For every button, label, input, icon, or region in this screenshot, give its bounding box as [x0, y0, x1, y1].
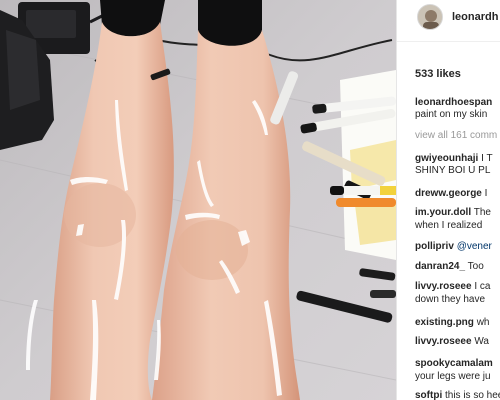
comment-username[interactable]: pollipriv [415, 241, 454, 252]
avatar-image [418, 5, 442, 29]
comment-mention[interactable]: @vener [457, 241, 492, 252]
comment-username[interactable]: softpi [415, 390, 442, 400]
comment-line: softpi this is so hee [415, 390, 500, 400]
comment-line: dreww.george I [415, 188, 487, 200]
comment-text-line: your legs were ju [415, 371, 491, 382]
comment-line: spookycamalam [415, 358, 493, 370]
comment-author-line: leonardhoespan [415, 97, 492, 109]
comment-username[interactable]: danran24_ [415, 261, 465, 272]
likes-count[interactable]: 533 likes [415, 68, 461, 80]
comment-line: livvy.roseee Wa [415, 336, 489, 348]
comment-text: I [484, 188, 488, 199]
post-sidebar: leonardh 533 likes leonardhoespan paint … [396, 0, 500, 400]
view-all-comments-link[interactable]: view all 161 comm [415, 130, 497, 142]
comment-text: Wa [474, 336, 489, 347]
comment-line: danran24_ Too [415, 261, 484, 273]
post-header: leonardh [397, 0, 500, 42]
comment-text-line: when I realized [415, 220, 483, 231]
comment-text: Too [467, 261, 484, 272]
avatar[interactable] [417, 4, 443, 30]
comment-text-line: SHINY BOI U PL [415, 165, 491, 176]
comment-username[interactable]: livvy.roseee [415, 336, 472, 347]
comment-text: The [473, 207, 491, 218]
comment-line: livvy.roseee I ca [415, 281, 490, 293]
comment-line: pollipriv @vener [415, 241, 492, 253]
comment-username[interactable]: gwiyeounhaji [415, 153, 478, 164]
comment-username[interactable]: livvy.roseee [415, 281, 472, 292]
comment-text-line: down they have [415, 294, 486, 305]
comment-text: wh [476, 317, 490, 328]
comment-line: gwiyeounhaji I T [415, 153, 493, 165]
comment-username[interactable]: existing.png [415, 317, 474, 328]
comment-text: I T [481, 153, 493, 164]
post-author-username[interactable]: leonardh [452, 11, 498, 23]
comment-username[interactable]: dreww.george [415, 188, 482, 199]
comment-text: I ca [474, 281, 491, 292]
instagram-post-screenshot: leonardh 533 likes leonardhoespan paint … [0, 0, 500, 400]
comment-text-line: paint on my skin [415, 109, 488, 120]
comment-username[interactable]: leonardhoespan [415, 97, 492, 108]
comment-username[interactable]: spookycamalam [415, 358, 493, 369]
comment-line: existing.png wh [415, 317, 489, 329]
comment-text: this is so hee [445, 390, 500, 400]
comment-username[interactable]: im.your.doll [415, 207, 471, 218]
post-photo [0, 0, 396, 400]
legs-photo [0, 0, 396, 400]
comment-line: im.your.doll The [415, 207, 491, 219]
